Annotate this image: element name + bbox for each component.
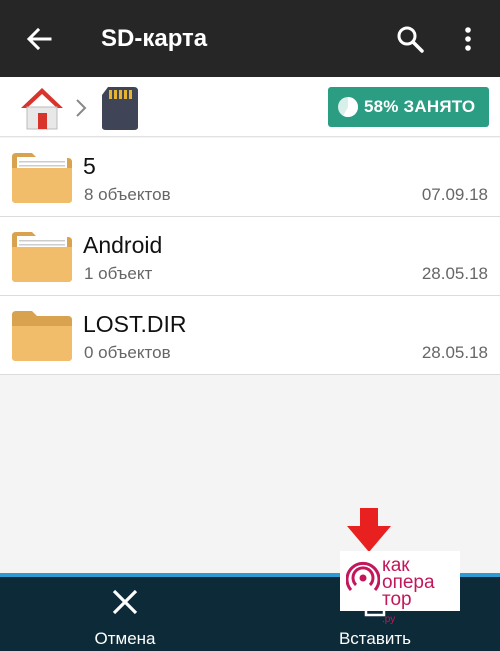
folder-icon — [12, 153, 72, 203]
more-vert-icon[interactable] — [458, 24, 478, 54]
item-count: 1 объект — [84, 264, 153, 283]
home-icon[interactable] — [19, 85, 65, 131]
item-count: 8 объектов — [84, 185, 171, 204]
search-icon[interactable] — [395, 24, 425, 54]
storage-usage-badge[interactable]: 58% ЗАНЯТО — [328, 87, 489, 127]
sd-card-icon[interactable] — [100, 85, 140, 131]
item-count: 0 объектов — [84, 343, 171, 362]
app-bar: SD-карта — [0, 0, 500, 77]
modified-date: 28.05.18 — [421, 264, 488, 283]
watermark-text: как опера тор .ру — [382, 556, 435, 628]
file-name: 5 — [83, 153, 96, 179]
list-item[interactable]: Android 1 объект 28.05.18 — [0, 217, 500, 296]
file-name: Android — [83, 232, 163, 258]
modified-date: 28.05.18 — [421, 343, 488, 362]
arrow-left-icon[interactable] — [24, 24, 54, 54]
page-title: SD-карта — [101, 25, 208, 52]
file-name: LOST.DIR — [83, 311, 187, 337]
storage-pie-icon — [338, 97, 359, 117]
close-icon — [112, 589, 138, 615]
cancel-button[interactable]: Отмена — [0, 577, 250, 651]
storage-usage-label: 58% ЗАНЯТО — [364, 97, 476, 116]
broadcast-logo-icon — [346, 561, 380, 591]
breadcrumb: 58% ЗАНЯТО — [0, 77, 500, 137]
paste-label: Вставить — [338, 629, 412, 648]
watermark-line3: тор — [382, 589, 412, 610]
chevron-right-icon — [76, 99, 87, 117]
cancel-label: Отмена — [94, 629, 156, 648]
watermark-suffix: .ру — [382, 614, 396, 625]
list-item[interactable]: 5 8 объектов 07.09.18 — [0, 138, 500, 217]
folder-icon — [12, 311, 72, 361]
arrow-down-icon — [347, 508, 391, 552]
file-list: 5 8 объектов 07.09.18 Android 1 объект 2… — [0, 138, 500, 375]
modified-date: 07.09.18 — [421, 185, 488, 204]
watermark: как опера тор .ру — [340, 551, 460, 625]
list-item[interactable]: LOST.DIR 0 объектов 28.05.18 — [0, 296, 500, 375]
folder-icon — [12, 232, 72, 282]
